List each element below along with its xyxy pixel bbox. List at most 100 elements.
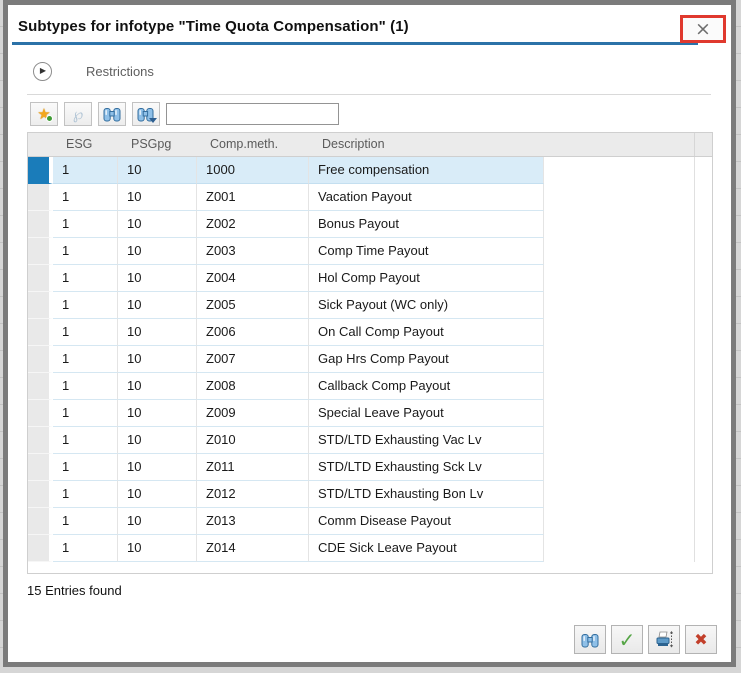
row-select-cell[interactable] <box>28 508 53 535</box>
table-body: 1101000Free compensation110Z001Vacation … <box>28 157 712 562</box>
header-scrollbar-track <box>694 133 712 156</box>
binoculars-icon <box>581 632 599 648</box>
cell-comp: Z007 <box>197 346 309 373</box>
cell-filler <box>544 184 694 211</box>
row-select-cell[interactable] <box>28 292 53 319</box>
row-select-cell[interactable] <box>28 454 53 481</box>
cell-comp: Z009 <box>197 400 309 427</box>
cell-last <box>694 265 712 292</box>
table-row[interactable]: 110Z010STD/LTD Exhausting Vac Lv <box>28 427 712 454</box>
table-row[interactable]: 110Z008Callback Comp Payout <box>28 373 712 400</box>
delete-personal-value-list-button: ℘ <box>64 102 92 126</box>
cell-last <box>694 454 712 481</box>
table-row[interactable]: 110Z002Bonus Payout <box>28 211 712 238</box>
row-select-cell[interactable] <box>28 184 53 211</box>
table-row[interactable]: 110Z004Hol Comp Payout <box>28 265 712 292</box>
row-select-cell[interactable] <box>28 211 53 238</box>
expand-restrictions-button[interactable]: ▶ <box>33 62 52 81</box>
row-select-cell[interactable] <box>28 481 53 508</box>
cell-esg: 1 <box>53 535 118 562</box>
cell-esg: 1 <box>53 508 118 535</box>
title-underline <box>12 42 698 45</box>
cell-desc: Bonus Payout <box>309 211 544 238</box>
cell-filler <box>544 265 694 292</box>
cell-last <box>694 481 712 508</box>
status-entries-found: 15 Entries found <box>27 583 731 598</box>
cell-esg: 1 <box>53 292 118 319</box>
table-row[interactable]: 110Z003Comp Time Payout <box>28 238 712 265</box>
disabled-hand-icon: ℘ <box>73 107 83 122</box>
cell-desc: STD/LTD Exhausting Bon Lv <box>309 481 544 508</box>
table-row[interactable]: 110Z001Vacation Payout <box>28 184 712 211</box>
row-select-cell[interactable] <box>28 157 53 184</box>
row-select-cell[interactable] <box>28 265 53 292</box>
restrictions-label: Restrictions <box>86 64 154 79</box>
table-row[interactable]: 110Z009Special Leave Payout <box>28 400 712 427</box>
cell-desc: Gap Hrs Comp Payout <box>309 346 544 373</box>
table-row[interactable]: 110Z012STD/LTD Exhausting Bon Lv <box>28 481 712 508</box>
subtypes-table: ESG PSGpg Comp.meth. Description 1101000… <box>27 132 713 574</box>
subtypes-dialog: Subtypes for infotype "Time Quota Compen… <box>3 0 736 667</box>
printer-icon <box>655 631 674 648</box>
table-row[interactable]: 110Z013Comm Disease Payout <box>28 508 712 535</box>
footer-find-button[interactable] <box>574 625 606 654</box>
cell-esg: 1 <box>53 238 118 265</box>
cell-last <box>694 508 712 535</box>
continue-button[interactable]: ✓ <box>611 625 643 654</box>
cell-filler <box>544 373 694 400</box>
row-select-cell[interactable] <box>28 427 53 454</box>
cell-comp: Z003 <box>197 238 309 265</box>
print-button[interactable] <box>648 625 680 654</box>
header-selection-column <box>28 133 57 156</box>
table-row[interactable]: 110Z005Sick Payout (WC only) <box>28 292 712 319</box>
header-psgpg[interactable]: PSGpg <box>122 133 201 156</box>
cell-filler <box>544 400 694 427</box>
expand-arrow-icon: ▶ <box>40 67 46 75</box>
cancel-button[interactable]: ✖ <box>685 625 717 654</box>
row-select-cell[interactable] <box>28 373 53 400</box>
cell-psgpg: 10 <box>118 454 197 481</box>
table-row[interactable]: 110Z014CDE Sick Leave Payout <box>28 535 712 562</box>
header-comp-meth[interactable]: Comp.meth. <box>201 133 313 156</box>
insert-personal-value-list-button[interactable]: ★ <box>30 102 58 126</box>
cell-last <box>694 211 712 238</box>
cell-filler <box>544 292 694 319</box>
find-button[interactable] <box>98 102 126 126</box>
cell-psgpg: 10 <box>118 319 197 346</box>
header-description[interactable]: Description <box>313 133 548 156</box>
header-esg[interactable]: ESG <box>57 133 122 156</box>
cell-filler <box>544 238 694 265</box>
cell-desc: Callback Comp Payout <box>309 373 544 400</box>
dialog-footer-buttons: ✓ ✖ <box>569 625 717 654</box>
cell-desc: Comp Time Payout <box>309 238 544 265</box>
cell-psgpg: 10 <box>118 346 197 373</box>
cell-comp: Z002 <box>197 211 309 238</box>
cell-comp: Z004 <box>197 265 309 292</box>
table-row[interactable]: 1101000Free compensation <box>28 157 712 184</box>
cell-desc: STD/LTD Exhausting Sck Lv <box>309 454 544 481</box>
table-row[interactable]: 110Z006On Call Comp Payout <box>28 319 712 346</box>
table-header-row: ESG PSGpg Comp.meth. Description <box>28 133 712 157</box>
cell-comp: Z001 <box>197 184 309 211</box>
find-next-button[interactable] <box>132 102 160 126</box>
close-icon[interactable]: × <box>683 18 723 40</box>
table-row[interactable]: 110Z011STD/LTD Exhausting Sck Lv <box>28 454 712 481</box>
cell-esg: 1 <box>53 184 118 211</box>
row-select-cell[interactable] <box>28 238 53 265</box>
row-select-cell[interactable] <box>28 346 53 373</box>
cell-psgpg: 10 <box>118 292 197 319</box>
cell-filler <box>544 346 694 373</box>
filter-dropdown[interactable] <box>166 103 339 125</box>
row-select-cell[interactable] <box>28 535 53 562</box>
cell-last <box>694 535 712 562</box>
restrictions-section: ▶ Restrictions <box>33 61 731 81</box>
cell-desc: STD/LTD Exhausting Vac Lv <box>309 427 544 454</box>
cell-comp: Z005 <box>197 292 309 319</box>
green-check-icon: ✓ <box>619 630 636 650</box>
row-select-cell[interactable] <box>28 319 53 346</box>
row-select-cell[interactable] <box>28 400 53 427</box>
table-row[interactable]: 110Z007Gap Hrs Comp Payout <box>28 346 712 373</box>
header-filler <box>548 133 694 156</box>
cell-filler <box>544 319 694 346</box>
cell-esg: 1 <box>53 319 118 346</box>
